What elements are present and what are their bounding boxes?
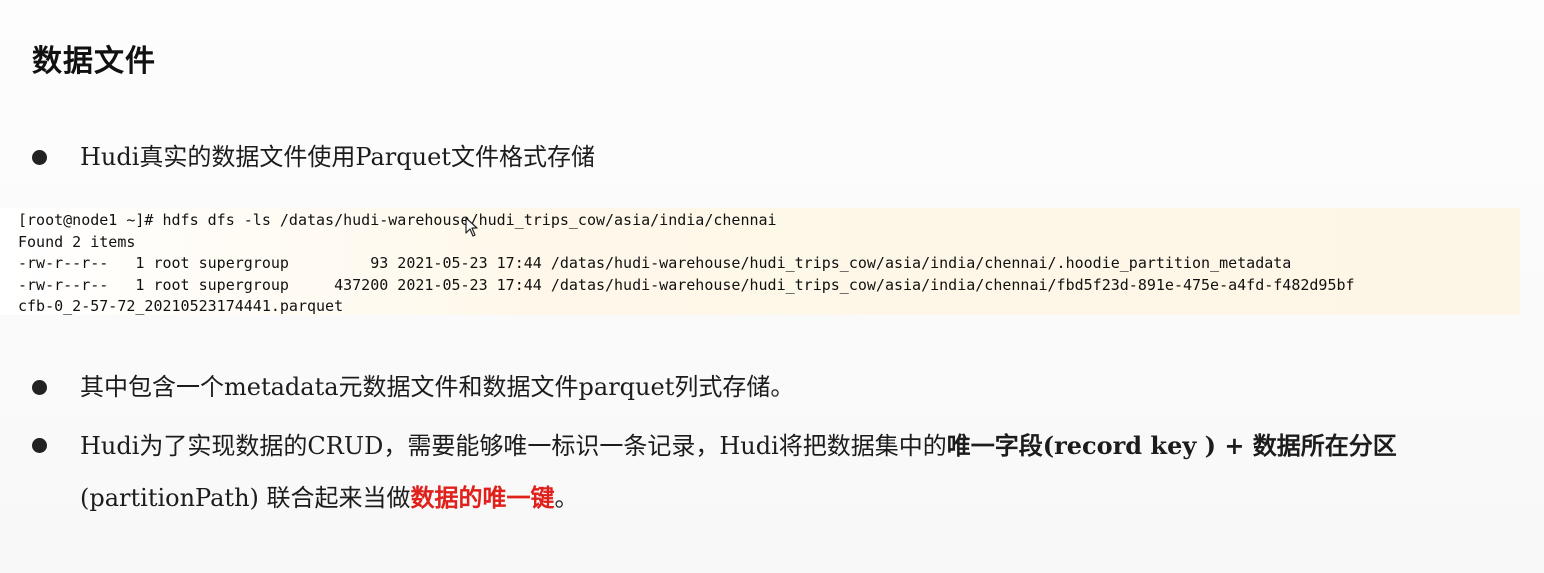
terminal-output-line: Found 2 items [18, 232, 136, 251]
terminal-output: [root@node1 ~]# hdfs dfs -ls /datas/hudi… [0, 208, 1520, 315]
bullet-text: Hudi真实的数据文件使用Parquet文件格式存储 [80, 143, 595, 171]
bullet-dot-icon [32, 150, 47, 165]
bullet-text-part: Hudi为了实现数据的CRUD，需要能够唯一标识一条记录，Hudi将把数据集中的 [80, 432, 947, 460]
terminal-output-line: -rw-r--r-- 1 root supergroup 437200 2021… [18, 275, 1355, 294]
bullet-dot-icon [32, 438, 47, 453]
terminal-output-line: cfb-0_2-57-72_20210523174441.parquet [18, 297, 344, 315]
page-title: 数据文件 [32, 44, 156, 79]
bullet-text-highlight: 数据的唯一键 [410, 483, 555, 512]
bullet-text-unique-key: Hudi为了实现数据的CRUD，需要能够唯一标识一条记录，Hudi将把数据集中的… [80, 420, 1510, 524]
slide: 数据文件 Hudi真实的数据文件使用Parquet文件格式存储 [root@no… [0, 0, 1544, 573]
bullet-text: 其中包含一个metadata元数据文件和数据文件parquet列式存储。 [80, 373, 795, 401]
terminal-output-line: -rw-r--r-- 1 root supergroup 93 2021-05-… [18, 254, 1292, 272]
bullet-text-part: 。 [554, 484, 579, 512]
bullet-dot-icon [32, 380, 47, 395]
bullet-text-part: (partitionPath) 联合起来当做 [80, 484, 411, 512]
mouse-pointer-icon [465, 217, 478, 237]
bullet-item-parquet-format: Hudi真实的数据文件使用Parquet文件格式存储 [30, 132, 1520, 182]
terminal-command-line: [root@node1 ~]# hdfs dfs -ls /datas/hudi… [18, 211, 777, 229]
bullet-item-unique-key: Hudi为了实现数据的CRUD，需要能够唯一标识一条记录，Hudi将把数据集中的… [30, 420, 1520, 520]
bullet-item-metadata: 其中包含一个metadata元数据文件和数据文件parquet列式存储。 [30, 362, 1520, 412]
bullet-text-bold: 唯一字段(record key ) + 数据所在分区 [946, 431, 1397, 460]
